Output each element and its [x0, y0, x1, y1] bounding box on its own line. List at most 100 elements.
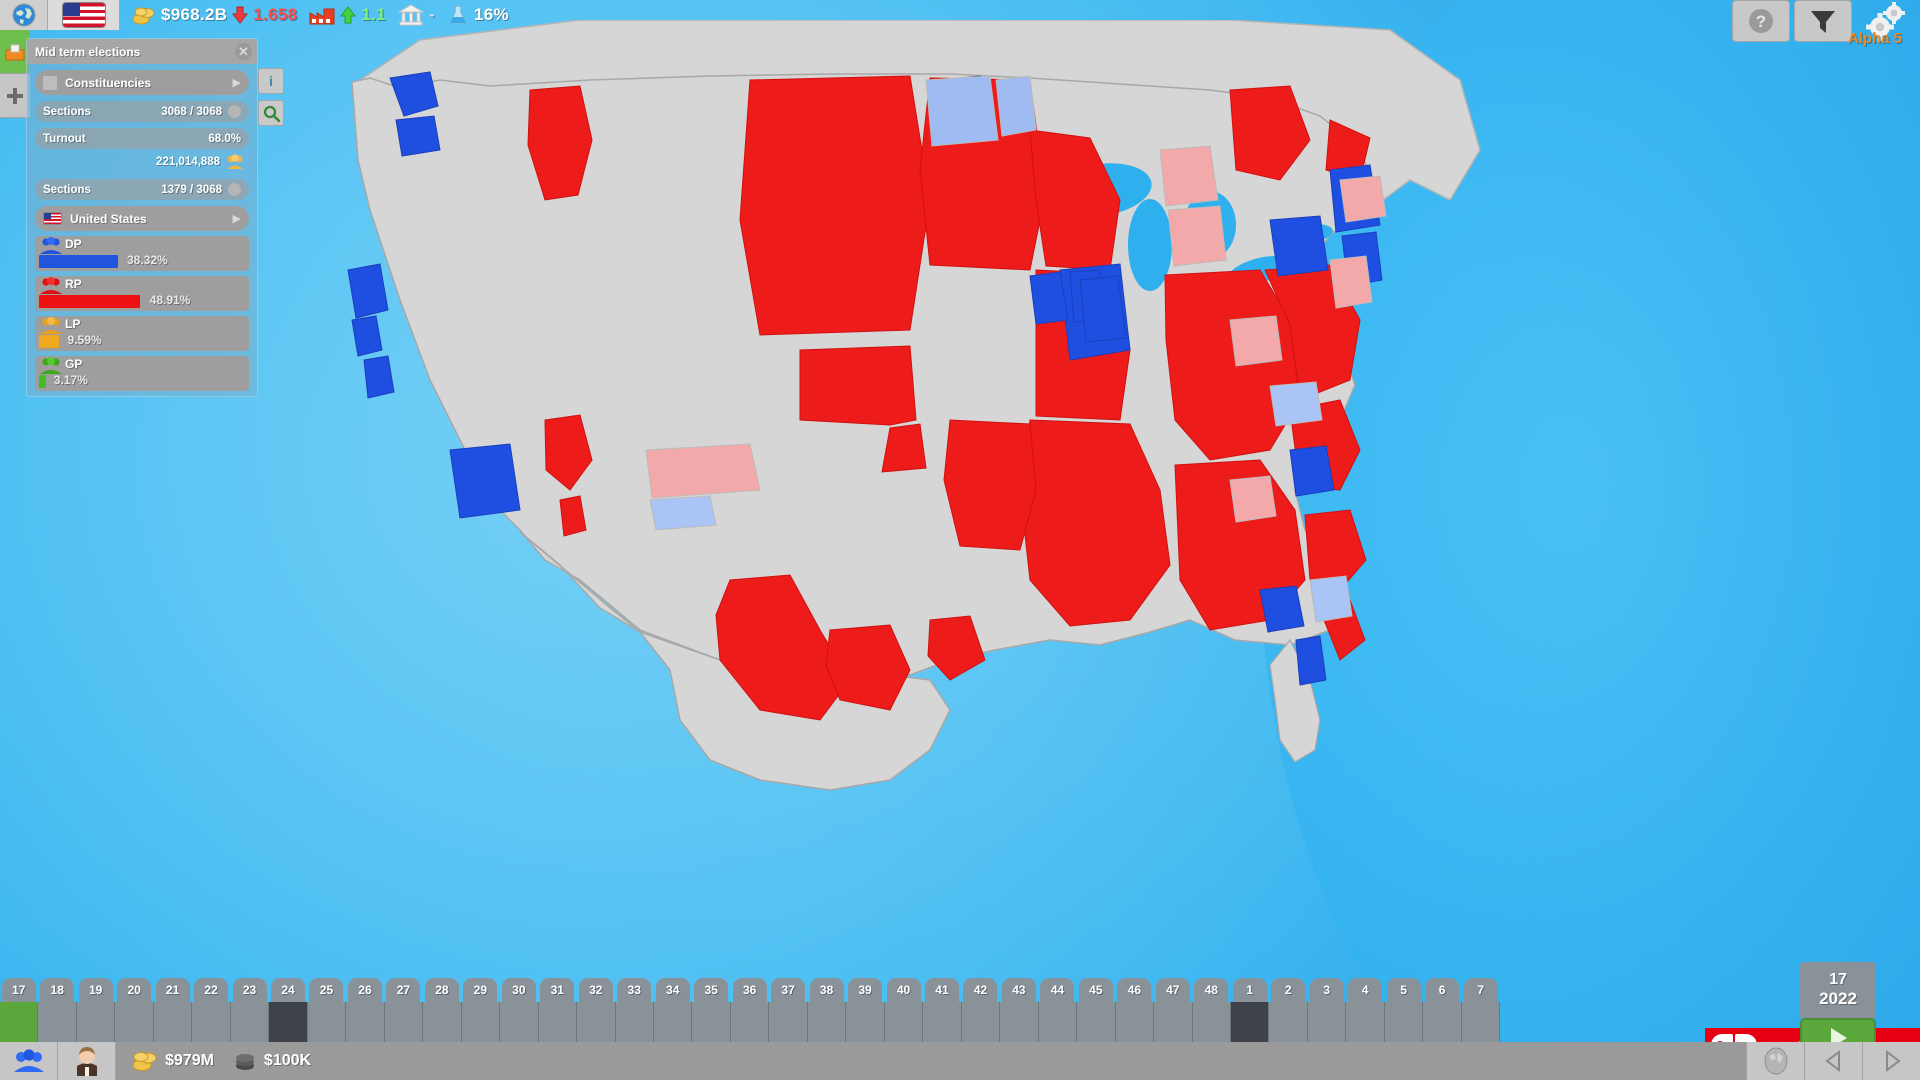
timeline-week-36[interactable]: 36: [731, 978, 770, 1042]
timeline-week-28[interactable]: 28: [423, 978, 462, 1042]
constituencies-button[interactable]: Constituencies ▶: [35, 70, 249, 95]
timeline-week-tab[interactable]: 43: [1001, 978, 1036, 1002]
timeline-week-tab[interactable]: 36: [732, 978, 767, 1002]
timeline-week-tab[interactable]: 31: [540, 978, 575, 1002]
timeline-week-tab[interactable]: 28: [424, 978, 459, 1002]
map-canvas[interactable]: [0, 0, 1920, 1080]
timeline-week-18[interactable]: 18: [38, 978, 77, 1042]
timeline-week-tab[interactable]: 3: [1309, 978, 1344, 1002]
timeline-week-20[interactable]: 20: [115, 978, 154, 1042]
avatar-button[interactable]: [58, 1042, 116, 1080]
timeline-week-tab[interactable]: 30: [501, 978, 536, 1002]
timeline-week-tab[interactable]: 21: [155, 978, 190, 1002]
timeline-week-tab[interactable]: 39: [848, 978, 883, 1002]
timeline-week-34[interactable]: 34: [654, 978, 693, 1042]
timeline-week-41[interactable]: 41: [923, 978, 962, 1042]
timeline-week-tab[interactable]: 25: [309, 978, 344, 1002]
timeline-week-tab[interactable]: 44: [1040, 978, 1075, 1002]
timeline-week-40[interactable]: 40: [885, 978, 924, 1042]
timeline-week-21[interactable]: 21: [154, 978, 193, 1042]
timeline-week-tab[interactable]: 26: [347, 978, 382, 1002]
timeline[interactable]: 17 18 19 20 21 22 23 24 25 26 27 28 29 30 31 32 33 34 35 36…: [0, 962, 1920, 1058]
timeline-week-7[interactable]: 7: [1462, 978, 1501, 1042]
timeline-week-47[interactable]: 47: [1154, 978, 1193, 1042]
timeline-week-tab[interactable]: 22: [194, 978, 229, 1002]
population-button[interactable]: [0, 1042, 58, 1080]
timeline-week-tab[interactable]: 37: [771, 978, 806, 1002]
timeline-track[interactable]: 17 18 19 20 21 22 23 24 25 26 27 28 29 30 31 32 33 34 35 36…: [0, 978, 1501, 1042]
timeline-week-tab[interactable]: 42: [963, 978, 998, 1002]
timeline-week-24[interactable]: 24: [269, 978, 308, 1042]
filter-button[interactable]: [1794, 0, 1852, 42]
timeline-week-5[interactable]: 5: [1385, 978, 1424, 1042]
chevron-right-icon[interactable]: ▶: [233, 212, 241, 225]
timeline-week-23[interactable]: 23: [231, 978, 270, 1042]
timeline-week-17[interactable]: 17: [0, 978, 39, 1042]
timeline-week-30[interactable]: 30: [500, 978, 539, 1042]
election-panel[interactable]: Mid term elections ✕ Constituencies ▶ Se…: [26, 38, 258, 397]
country-selector[interactable]: United States ▶: [35, 206, 249, 231]
timeline-week-tab[interactable]: 6: [1425, 978, 1460, 1002]
timeline-week-29[interactable]: 29: [462, 978, 501, 1042]
timeline-week-tab[interactable]: 17: [1, 978, 36, 1002]
timeline-week-39[interactable]: 39: [846, 978, 885, 1042]
timeline-week-27[interactable]: 27: [385, 978, 424, 1042]
globe-view-button[interactable]: [1746, 1042, 1804, 1080]
timeline-week-tab[interactable]: 38: [809, 978, 844, 1002]
timeline-week-25[interactable]: 25: [308, 978, 347, 1042]
help-button[interactable]: ?: [1732, 0, 1790, 42]
timeline-week-tab[interactable]: 45: [1078, 978, 1113, 1002]
timeline-week-38[interactable]: 38: [808, 978, 847, 1042]
timeline-week-22[interactable]: 22: [192, 978, 231, 1042]
party-row-gp[interactable]: GP 3.17%: [35, 356, 249, 391]
timeline-week-32[interactable]: 32: [577, 978, 616, 1042]
timeline-week-42[interactable]: 42: [962, 978, 1001, 1042]
timeline-week-tab[interactable]: 47: [1155, 978, 1190, 1002]
timeline-week-tab[interactable]: 35: [694, 978, 729, 1002]
chevron-right-icon[interactable]: ▶: [233, 76, 241, 89]
timeline-week-tab[interactable]: 7: [1463, 978, 1498, 1002]
constituencies-checkbox[interactable]: [43, 75, 57, 90]
timeline-week-tab[interactable]: 32: [578, 978, 613, 1002]
timeline-week-48[interactable]: 48: [1193, 978, 1231, 1042]
timeline-week-26[interactable]: 26: [346, 978, 385, 1042]
timeline-week-tab[interactable]: 19: [78, 978, 113, 1002]
timeline-week-19[interactable]: 19: [77, 978, 116, 1042]
next-button[interactable]: [1862, 1042, 1920, 1080]
timeline-week-2[interactable]: 2: [1269, 978, 1308, 1042]
search-button[interactable]: [258, 100, 284, 126]
timeline-week-46[interactable]: 46: [1116, 978, 1155, 1042]
info-button[interactable]: i: [258, 68, 284, 94]
timeline-week-tab[interactable]: 23: [232, 978, 267, 1002]
party-row-dp[interactable]: DP 38.32%: [35, 236, 249, 271]
timeline-week-tab[interactable]: 40: [886, 978, 921, 1002]
previous-button[interactable]: [1804, 1042, 1862, 1080]
timeline-week-33[interactable]: 33: [616, 978, 654, 1042]
timeline-week-tab[interactable]: 33: [617, 978, 652, 1002]
timeline-week-1[interactable]: 1: [1231, 978, 1270, 1042]
timeline-week-44[interactable]: 44: [1039, 978, 1078, 1042]
timeline-week-43[interactable]: 43: [1000, 978, 1039, 1042]
close-icon[interactable]: ✕: [235, 43, 252, 60]
north-america-map[interactable]: [330, 20, 1481, 791]
timeline-week-tab[interactable]: 5: [1386, 978, 1421, 1002]
timeline-week-37[interactable]: 37: [769, 978, 808, 1042]
timeline-week-tab[interactable]: 48: [1194, 978, 1229, 1002]
timeline-week-6[interactable]: 6: [1423, 978, 1462, 1042]
timeline-week-3[interactable]: 3: [1308, 978, 1347, 1042]
timeline-week-tab[interactable]: 18: [40, 978, 75, 1002]
timeline-week-tab[interactable]: 24: [271, 978, 306, 1002]
timeline-week-35[interactable]: 35: [692, 978, 731, 1042]
us-flag-icon[interactable]: [48, 0, 120, 30]
timeline-week-45[interactable]: 45: [1077, 978, 1116, 1042]
timeline-week-31[interactable]: 31: [539, 978, 578, 1042]
party-row-rp[interactable]: RP 48.91%: [35, 276, 249, 311]
timeline-week-tab[interactable]: 4: [1348, 978, 1383, 1002]
globe-icon[interactable]: [0, 0, 48, 30]
timeline-week-tab[interactable]: 34: [655, 978, 690, 1002]
timeline-week-tab[interactable]: 41: [924, 978, 959, 1002]
timeline-week-tab[interactable]: 1: [1232, 978, 1267, 1002]
timeline-week-tab[interactable]: 2: [1271, 978, 1306, 1002]
party-row-lp[interactable]: LP 9.59%: [35, 316, 249, 351]
timeline-week-4[interactable]: 4: [1346, 978, 1385, 1042]
